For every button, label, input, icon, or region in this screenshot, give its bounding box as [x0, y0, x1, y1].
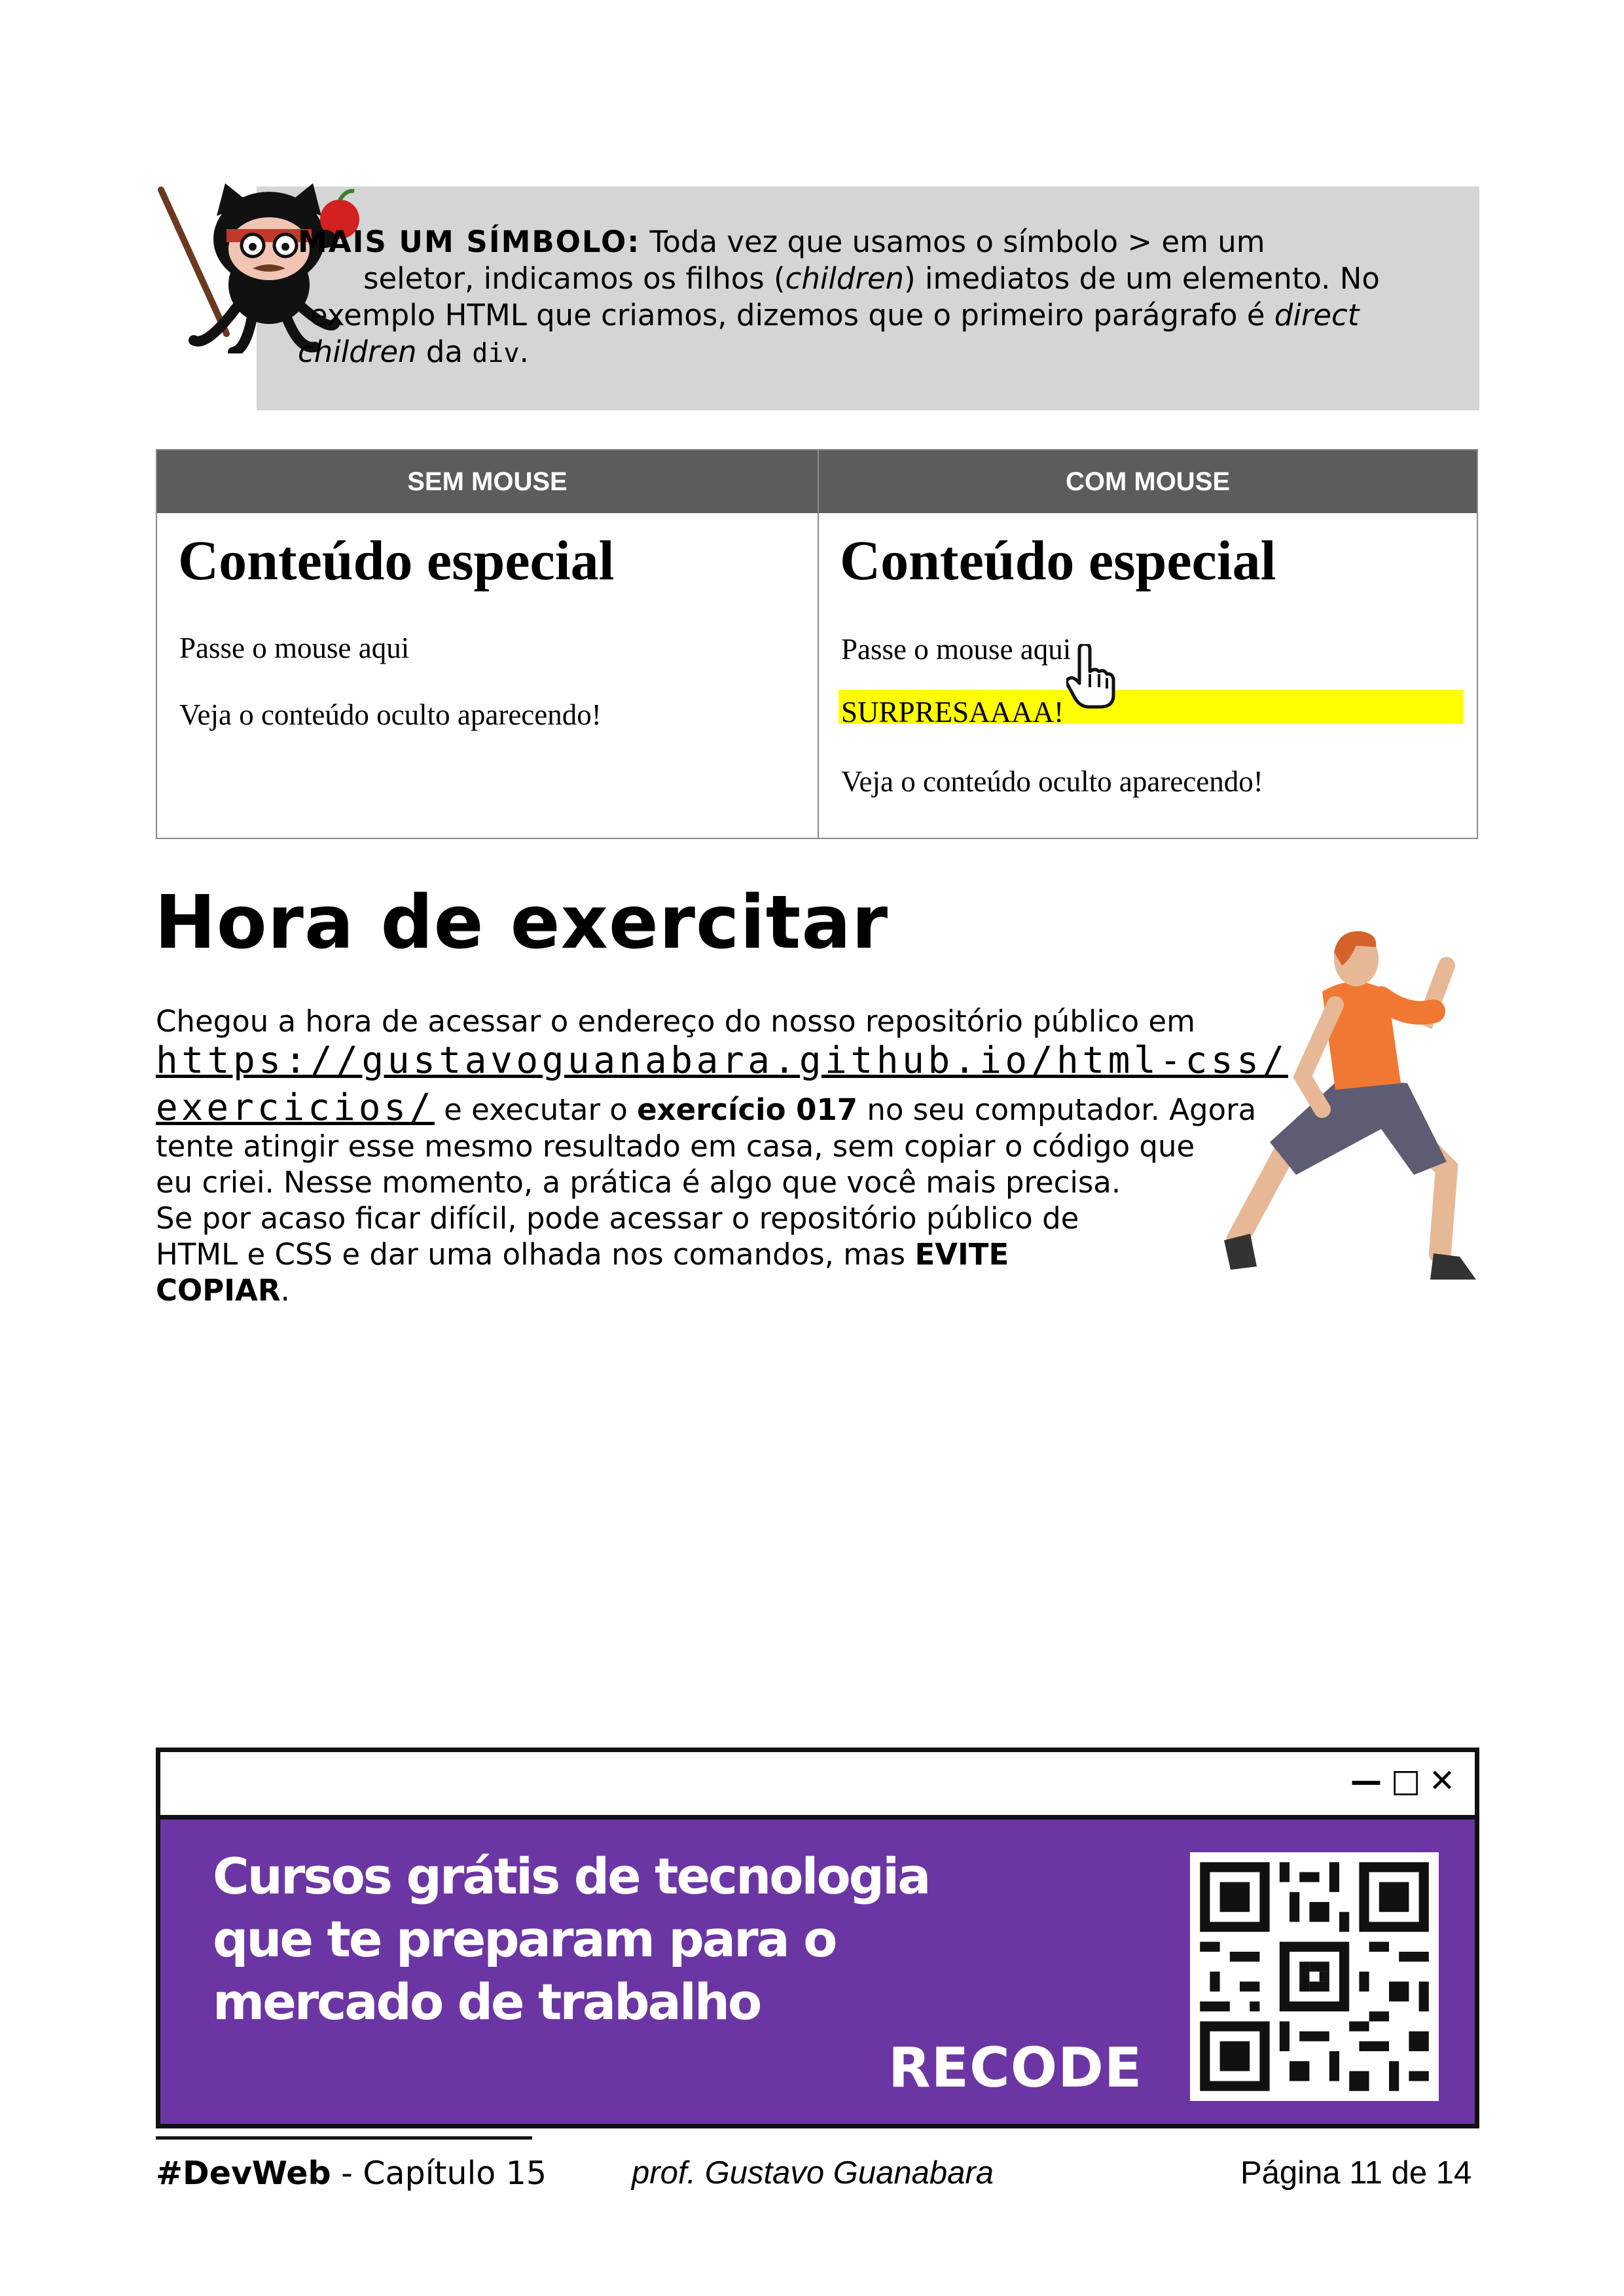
tip-text-line2-italic: children: [785, 261, 905, 296]
minimize-icon[interactable]: —: [1350, 1765, 1382, 1797]
hand-pointer-icon: [1066, 644, 1115, 709]
tip-text-line4b: .: [519, 334, 529, 369]
tip-label: MAIS UM SÍMBOLO:: [298, 224, 641, 259]
ad-headline-line1: Cursos grátis de tecnologia: [213, 1847, 931, 1905]
exercise-text: .: [280, 1273, 290, 1308]
footer-page-number: Página 11 de 14: [1240, 2155, 1472, 2191]
repository-link[interactable]: https://gustavoguanabara.github.io/html-…: [156, 1039, 1288, 1082]
ad-headline-line3: mercado de trabalho: [213, 1973, 762, 2031]
tip-text: MAIS UM SÍMBOLO: Toda vez que usamos o s…: [298, 224, 1437, 372]
exercise-line-7: HTML e CSS e dar uma olhada nos comandos…: [156, 1237, 1009, 1272]
table-header-without-mouse: SEM MOUSE: [157, 450, 818, 513]
exercise-line-8: COPIAR.: [156, 1273, 290, 1308]
tip-code-div: div: [472, 338, 520, 368]
exercise-line-4: tente atingir esse mesmo resultado em ca…: [156, 1129, 1195, 1164]
exercise-text: e executar o: [434, 1092, 638, 1127]
exercise-text: Chegou a hora de acessar o endereço do n…: [156, 1004, 1195, 1039]
tip-text-line4a: da: [416, 334, 473, 369]
tip-text-line2b: ) imediatos de um elemento. No: [904, 261, 1380, 296]
table-header-with-mouse: COM MOUSE: [819, 450, 1477, 513]
exercise-line-3: exercicios/ e executar o exercício 017 n…: [156, 1086, 1256, 1129]
tip-text-line1: Toda vez que usamos o símbolo > em um: [640, 224, 1265, 259]
footer-chapter: - Capítulo 15: [331, 2155, 547, 2192]
ad-headline-line2: que te preparam para o: [213, 1910, 838, 1968]
exercise-line-6: Se por acaso ficar difícil, pode acessar…: [156, 1201, 1079, 1236]
exercise-number: exercício 017: [637, 1092, 858, 1127]
demo-hidden-text: Veja o conteúdo oculto aparecendo!: [179, 698, 602, 731]
cell-with-mouse: Conteúdo especial Passe o mouse aqui SUR…: [819, 513, 1477, 838]
footer-author: prof. Gustavo Guanabara: [632, 2155, 994, 2191]
tip-text-line3-italic: direct: [1274, 298, 1360, 332]
exercise-warning: EVITE: [914, 1237, 1009, 1272]
demo-hidden-text: Veja o conteúdo oculto aparecendo!: [841, 765, 1263, 798]
ad-brand-logo: RECODE: [888, 2036, 1143, 2100]
stretching-person-illustration: [1224, 931, 1476, 1280]
ad-body: Cursos grátis de tecnologia que te prepa…: [160, 1820, 1475, 2124]
ad-window-titlebar: — □ ✕: [160, 1752, 1475, 1820]
maximize-icon[interactable]: □: [1391, 1765, 1420, 1797]
demo-hover-text: Passe o mouse aqui: [841, 633, 1072, 666]
tip-text-line4-italic: children: [298, 334, 417, 369]
demo-title: Conteúdo especial: [178, 529, 615, 592]
recode-ad-banner[interactable]: — □ ✕ Cursos grátis de tecnologia que te…: [156, 1748, 1479, 2128]
cell-without-mouse: Conteúdo especial Passe o mouse aqui Vej…: [157, 513, 818, 838]
footer-rule: [156, 2136, 532, 2140]
footer-course-tag: #DevWeb - Capítulo 15: [156, 2155, 547, 2192]
exercise-warning: COPIAR: [156, 1273, 281, 1308]
footer-hashtag: #DevWeb: [156, 2155, 331, 2192]
demo-title: Conteúdo especial: [840, 529, 1276, 592]
tip-text-line3a: exemplo HTML que criamos, dizemos que o …: [310, 298, 1274, 332]
exercise-heading: Hora de exercitar: [154, 880, 889, 965]
tip-text-line2a: seletor, indicamos os filhos (: [363, 261, 785, 296]
repository-link-continued[interactable]: exercicios/: [156, 1086, 435, 1129]
exercise-line-5: eu criei. Nesse momento, a prática é alg…: [156, 1165, 1121, 1200]
demo-hover-text: Passe o mouse aqui: [179, 632, 410, 664]
exercise-text: HTML e CSS e dar uma olhada nos comandos…: [156, 1237, 915, 1272]
close-icon[interactable]: ✕: [1429, 1765, 1455, 1797]
hover-demo-table: SEM MOUSE COM MOUSE Conteúdo especial Pa…: [156, 449, 1478, 839]
demo-surprise-text: SURPRESAAAA!: [841, 696, 1064, 728]
qr-code-icon[interactable]: [1190, 1852, 1439, 2101]
exercise-line-1: Chegou a hora de acessar o endereço do n…: [156, 1004, 1286, 1039]
